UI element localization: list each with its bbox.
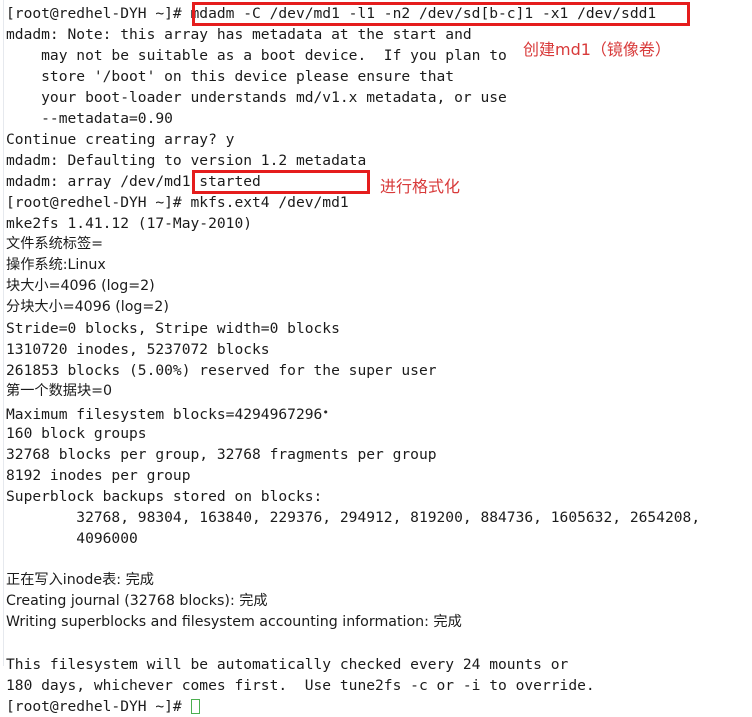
text-cursor[interactable] bbox=[190, 699, 200, 714]
terminal-line-text: mke2fs 1.41.12 (17-May-2010) bbox=[6, 215, 253, 232]
terminal-line-text: 第一个数据块=0 bbox=[6, 383, 113, 399]
annotation-label-format: 进行格式化 bbox=[380, 177, 461, 196]
terminal-line-text: store '/boot' on this device please ensu… bbox=[6, 68, 455, 85]
terminal-line-text: may not be suitable as a boot device. If… bbox=[6, 47, 507, 64]
annotation-label-create-md1: 创建md1（镜像卷） bbox=[523, 40, 671, 59]
terminal-line: 32768 blocks per group, 32768 fragments … bbox=[6, 444, 752, 465]
terminal-line bbox=[6, 549, 752, 570]
terminal-line-text: mdadm: Note: this array has metadata at … bbox=[6, 26, 472, 43]
terminal-line: 180 days, whichever comes first. Use tun… bbox=[6, 675, 752, 696]
terminal-line: 4096000 bbox=[6, 528, 752, 549]
terminal-line: mdadm: Defaulting to version 1.2 metadat… bbox=[6, 150, 752, 171]
terminal-line: mke2fs 1.41.12 (17-May-2010) bbox=[6, 213, 752, 234]
terminal-line-text: 8192 inodes per group bbox=[6, 467, 191, 484]
terminal-line-text: 文件系统标签= bbox=[6, 236, 104, 252]
terminal-line: store '/boot' on this device please ensu… bbox=[6, 66, 752, 87]
terminal-line-text: Superblock backups stored on blocks: bbox=[6, 488, 323, 505]
terminal-line: Stride=0 blocks, Stripe width=0 blocks bbox=[6, 318, 752, 339]
terminal-line: Creating journal (32768 blocks): 完成 bbox=[6, 591, 752, 612]
terminal-line: your boot-loader understands md/v1.x met… bbox=[6, 87, 752, 108]
terminal-line-text: 32768 blocks per group, 32768 fragments … bbox=[6, 446, 437, 463]
terminal-line: 正在写入inode表: 完成 bbox=[6, 570, 752, 591]
terminal-line: --metadata=0.90 bbox=[6, 108, 752, 129]
terminal-line: 32768, 98304, 163840, 229376, 294912, 81… bbox=[6, 507, 752, 528]
terminal-line-text: Stride=0 blocks, Stripe width=0 blocks bbox=[6, 320, 340, 337]
terminal-line-text: Maximum filesystem blocks=4294967296 bbox=[6, 406, 323, 423]
terminal-line-text: 分块大小=4096 (log=2) bbox=[6, 299, 169, 315]
terminal-line-text: [root@redhel-DYH ~]# bbox=[6, 698, 191, 715]
terminal-line-text bbox=[6, 635, 15, 652]
terminal-line-text: 块大小=4096 (log=2) bbox=[6, 278, 155, 294]
terminal-line-text: 1310720 inodes, 5237072 blocks bbox=[6, 341, 270, 358]
terminal-line bbox=[6, 633, 752, 654]
terminal-line: Superblock backups stored on blocks: bbox=[6, 486, 752, 507]
terminal-line: 160 block groups bbox=[6, 423, 752, 444]
terminal-line-text: 180 days, whichever comes first. Use tun… bbox=[6, 677, 595, 694]
terminal-line-text: 32768, 98304, 163840, 229376, 294912, 81… bbox=[6, 509, 701, 526]
terminal-line-text: --metadata=0.90 bbox=[6, 110, 173, 127]
terminal-line: 第一个数据块=0 bbox=[6, 381, 752, 402]
terminal-line-text: 261853 blocks (5.00%) reserved for the s… bbox=[6, 362, 437, 379]
terminal-line-text: [root@redhel-DYH ~]# mdadm -C /dev/md1 -… bbox=[6, 5, 657, 22]
terminal-line: Maximum filesystem blocks=4294967296• bbox=[6, 402, 752, 423]
terminal-line: Writing superblocks and filesystem accou… bbox=[6, 612, 752, 633]
render-artifact-glyph: • bbox=[322, 406, 329, 419]
terminal-line-text: 操作系统:Linux bbox=[6, 257, 106, 273]
terminal-line-text: 4096000 bbox=[6, 530, 138, 547]
terminal-line: 分块大小=4096 (log=2) bbox=[6, 297, 752, 318]
terminal-line: 块大小=4096 (log=2) bbox=[6, 276, 752, 297]
terminal-line-text: mdadm: Defaulting to version 1.2 metadat… bbox=[6, 152, 367, 169]
terminal-line-text: mdadm: array /dev/md1 started bbox=[6, 173, 261, 190]
terminal-line: 8192 inodes per group bbox=[6, 465, 752, 486]
terminal-line: Continue creating array? y bbox=[6, 129, 752, 150]
terminal-line-text: [root@redhel-DYH ~]# mkfs.ext4 /dev/md1 bbox=[6, 194, 349, 211]
terminal-line: This filesystem will be automatically ch… bbox=[6, 654, 752, 675]
terminal-line-text: 160 block groups bbox=[6, 425, 147, 442]
terminal-line: 261853 blocks (5.00%) reserved for the s… bbox=[6, 360, 752, 381]
terminal-line-text: This filesystem will be automatically ch… bbox=[6, 656, 569, 673]
terminal-line: 1310720 inodes, 5237072 blocks bbox=[6, 339, 752, 360]
terminal-line: 文件系统标签= bbox=[6, 234, 752, 255]
terminal-line: [root@redhel-DYH ~]# bbox=[6, 696, 752, 717]
terminal-line: 操作系统:Linux bbox=[6, 255, 752, 276]
terminal-line-text: Creating journal (32768 blocks): 完成 bbox=[6, 593, 268, 609]
terminal-window[interactable]: [root@redhel-DYH ~]# mdadm -C /dev/md1 -… bbox=[0, 0, 752, 715]
terminal-line-text: Writing superblocks and filesystem accou… bbox=[6, 614, 462, 630]
terminal-line-text: Continue creating array? y bbox=[6, 131, 235, 148]
terminal-line: [root@redhel-DYH ~]# mdadm -C /dev/md1 -… bbox=[6, 3, 752, 24]
terminal-line-text: your boot-loader understands md/v1.x met… bbox=[6, 89, 507, 106]
terminal-transcript: [root@redhel-DYH ~]# mdadm -C /dev/md1 -… bbox=[6, 3, 752, 717]
terminal-line-text: 正在写入inode表: 完成 bbox=[6, 572, 154, 588]
terminal-line-text bbox=[6, 551, 15, 568]
terminal-line: [root@redhel-DYH ~]# mkfs.ext4 /dev/md1 bbox=[6, 192, 752, 213]
terminal-line: mdadm: array /dev/md1 started bbox=[6, 171, 752, 192]
